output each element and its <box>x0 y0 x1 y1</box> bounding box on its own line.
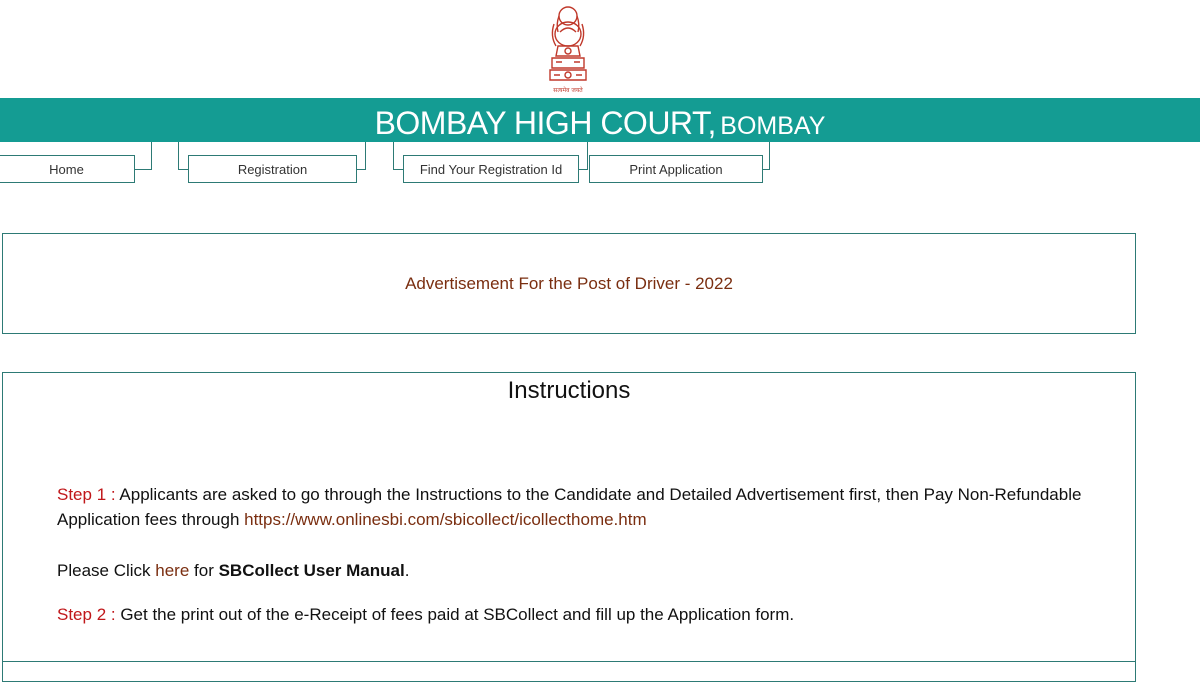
instructions-heading: Instructions <box>507 377 631 404</box>
manual-title: SBCollect User Manual <box>218 561 405 580</box>
manual-suffix: . <box>404 561 410 580</box>
manual-paragraph: Please Click here for SBCollect User Man… <box>57 558 1097 583</box>
step-1-label: Step 1 : <box>57 485 116 504</box>
tab-decoration <box>578 142 588 170</box>
step-2-text: Get the print out of the e-Receipt of fe… <box>115 605 795 624</box>
national-emblem-icon: सत्यमेव जयते <box>549 6 587 94</box>
tab-print-application[interactable]: Print Application <box>589 155 763 183</box>
step-2-paragraph: Step 2 : Get the print out of the e-Rece… <box>57 602 1097 627</box>
tab-find-registration-id[interactable]: Find Your Registration Id <box>403 155 579 183</box>
title-main: BOMBAY HIGH COURT, <box>374 105 717 141</box>
page-title: BOMBAY HIGH COURT, BOMBAY <box>0 98 1200 142</box>
tab-decoration <box>762 142 770 170</box>
manual-here-link[interactable]: here <box>155 561 189 580</box>
tab-decoration <box>134 142 152 170</box>
manual-mid: for <box>189 561 219 580</box>
title-city: BOMBAY <box>720 112 826 140</box>
tab-decoration <box>356 142 366 170</box>
sbi-collect-link[interactable]: https://www.onlinesbi.com/sbicollect/ico… <box>244 510 647 529</box>
step-2-label: Step 2 : <box>57 605 116 624</box>
divider <box>2 661 1136 662</box>
tab-registration[interactable]: Registration <box>188 155 357 183</box>
advertisement-link[interactable]: Advertisement For the Post of Driver - 2… <box>3 274 1135 294</box>
manual-prefix: Please Click <box>57 561 156 580</box>
tab-home[interactable]: Home <box>0 155 135 183</box>
advertisement-box: Advertisement For the Post of Driver - 2… <box>2 233 1136 334</box>
step-1-paragraph: Step 1 : Applicants are asked to go thro… <box>57 482 1097 532</box>
emblem-motto: सत्यमेव जयते <box>553 86 583 94</box>
